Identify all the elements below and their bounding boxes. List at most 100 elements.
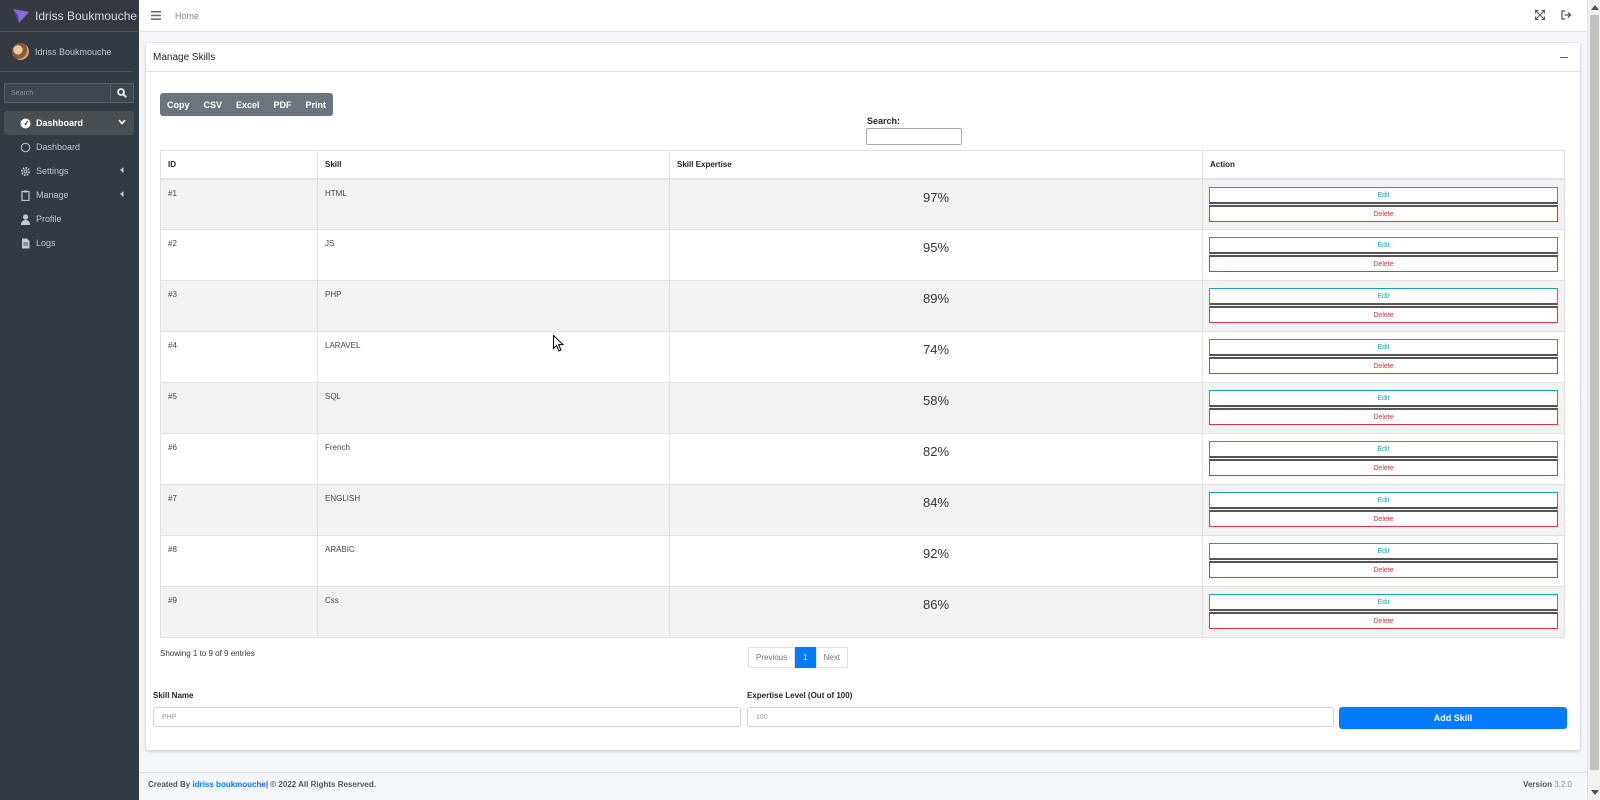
- pdf-button[interactable]: PDF: [267, 93, 299, 116]
- cell-id: #9: [160, 586, 318, 638]
- delete-button[interactable]: Delete: [1209, 204, 1558, 222]
- sidebar-search-input[interactable]: [4, 83, 110, 103]
- delete-button[interactable]: Delete: [1209, 255, 1558, 272]
- cell-skill: HTML: [317, 178, 670, 230]
- delete-button[interactable]: Delete: [1209, 510, 1558, 527]
- cell-expertise: 97%: [669, 178, 1203, 230]
- column-header-skill[interactable]: Skill: [317, 150, 670, 180]
- scroll-up-arrow-icon[interactable]: [1591, 5, 1599, 10]
- page-1-button[interactable]: 1: [795, 647, 816, 668]
- sidebar-item-dashboard-menu[interactable]: Dashboard: [4, 111, 134, 135]
- footer-created-by: Created By: [148, 780, 191, 789]
- cell-id: #1: [160, 178, 318, 230]
- footer: Created By idriss boukmouche| © 2022 All…: [139, 772, 1587, 800]
- edit-button[interactable]: Edit: [1209, 543, 1558, 560]
- menu-toggle-icon[interactable]: [151, 11, 161, 21]
- collapse-button[interactable]: [1560, 57, 1568, 58]
- brand-link[interactable]: Idriss Boukmouche: [0, 0, 139, 32]
- edit-button[interactable]: Edit: [1209, 594, 1558, 611]
- column-header-id[interactable]: ID: [160, 150, 318, 180]
- cell-expertise: 86%: [669, 586, 1203, 638]
- search-icon: [117, 88, 127, 98]
- cell-skill: ENGLISH: [317, 484, 670, 536]
- print-button[interactable]: Print: [299, 93, 334, 116]
- sidebar-item-label: Manage: [36, 190, 69, 200]
- sidebar-item-settings[interactable]: Settings: [4, 159, 134, 183]
- logout-icon[interactable]: [1561, 10, 1572, 20]
- sidebar-item-label: Profile: [36, 214, 62, 224]
- edit-button[interactable]: Edit: [1209, 186, 1558, 204]
- sidebar-item-profile[interactable]: Profile: [4, 207, 134, 231]
- edit-button[interactable]: Edit: [1209, 339, 1558, 356]
- cell-action: Edit Delete: [1202, 178, 1565, 230]
- delete-button[interactable]: Delete: [1209, 306, 1558, 323]
- edit-button[interactable]: Edit: [1209, 390, 1558, 407]
- cell-action: Edit Delete: [1202, 535, 1565, 587]
- table-row: #4 LARAVEL 74% Edit Delete: [160, 331, 1565, 383]
- chevron-left-icon: [120, 191, 124, 197]
- footer-author-link[interactable]: idriss boukmouche: [192, 780, 265, 789]
- version-number: 3.2.0: [1554, 780, 1572, 789]
- mouse-cursor-icon: [553, 335, 564, 352]
- export-button-group: Copy CSV Excel PDF Print: [160, 93, 334, 116]
- delete-button[interactable]: Delete: [1209, 459, 1558, 476]
- sidebar-item-dashboard[interactable]: Dashboard: [4, 135, 134, 159]
- edit-button[interactable]: Edit: [1209, 288, 1558, 305]
- sidebar-item-manage[interactable]: Manage: [4, 183, 134, 207]
- edit-button[interactable]: Edit: [1209, 441, 1558, 458]
- manage-skills-card: Manage Skills Copy CSV Excel PDF Print S…: [146, 43, 1580, 750]
- delete-button[interactable]: Delete: [1209, 561, 1558, 578]
- cell-action: Edit Delete: [1202, 484, 1565, 536]
- previous-page-button[interactable]: Previous: [748, 647, 796, 668]
- column-header-action[interactable]: Action: [1202, 150, 1565, 180]
- user-panel[interactable]: Idriss Boukmouche: [0, 32, 133, 72]
- cell-action: Edit Delete: [1202, 433, 1565, 485]
- sidebar-search-button[interactable]: [110, 83, 134, 103]
- card-title: Manage Skills: [153, 51, 216, 63]
- expertise-level-input[interactable]: [747, 707, 1334, 727]
- edit-button[interactable]: Edit: [1209, 237, 1558, 254]
- brand-name: Idriss Boukmouche: [35, 8, 138, 23]
- edit-button[interactable]: Edit: [1209, 492, 1558, 509]
- circle-icon: [20, 142, 31, 153]
- cell-expertise: 92%: [669, 535, 1203, 587]
- chevron-down-icon: [118, 119, 126, 125]
- brand-logo-icon: [13, 8, 29, 23]
- cell-id: #7: [160, 484, 318, 536]
- delete-button[interactable]: Delete: [1209, 612, 1558, 629]
- user-icon: [20, 213, 31, 225]
- scroll-down-arrow-icon[interactable]: [1591, 790, 1599, 795]
- cell-skill: LARAVEL: [317, 331, 670, 383]
- cell-action: Edit Delete: [1202, 586, 1565, 638]
- skill-name-input[interactable]: [153, 707, 741, 727]
- cell-skill: ARABIC: [317, 535, 670, 587]
- delete-button[interactable]: Delete: [1209, 408, 1558, 425]
- cell-id: #8: [160, 535, 318, 587]
- table-row: #5 SQL 58% Edit Delete: [160, 382, 1565, 434]
- excel-button[interactable]: Excel: [229, 93, 267, 116]
- cell-id: #6: [160, 433, 318, 485]
- page-scrollbar[interactable]: [1587, 0, 1600, 800]
- table-row: #2 JS 95% Edit Delete: [160, 229, 1565, 281]
- cell-action: Edit Delete: [1202, 382, 1565, 434]
- next-page-button[interactable]: Next: [815, 647, 849, 668]
- nav-home-link[interactable]: Home: [175, 11, 199, 21]
- delete-button[interactable]: Delete: [1209, 357, 1558, 374]
- fullscreen-icon[interactable]: [1535, 10, 1545, 20]
- cell-skill: French: [317, 433, 670, 485]
- table-row: #1 HTML 97% Edit Delete: [160, 178, 1565, 230]
- table-search-input[interactable]: [866, 128, 962, 145]
- cell-skill: JS: [317, 229, 670, 281]
- table-header-row: ID Skill Skill Expertise Action: [160, 150, 1565, 180]
- scrollbar-thumb[interactable]: [1590, 15, 1599, 770]
- csv-button[interactable]: CSV: [197, 93, 230, 116]
- sidebar: Idriss Boukmouche Idriss Boukmouche Dash…: [0, 0, 139, 800]
- clipboard-icon: [20, 190, 31, 201]
- sidebar-item-logs[interactable]: Logs: [4, 231, 134, 255]
- tachometer-icon: [20, 118, 31, 129]
- column-header-skill-expertise[interactable]: Skill Expertise: [669, 150, 1203, 180]
- cell-expertise: 82%: [669, 433, 1203, 485]
- copy-button[interactable]: Copy: [160, 93, 197, 116]
- add-skill-button[interactable]: Add Skill: [1339, 707, 1567, 729]
- skills-table-body: #1 HTML 97% Edit Delete #2 JS 95% Edit Delete #3 PH…: [160, 178, 1565, 638]
